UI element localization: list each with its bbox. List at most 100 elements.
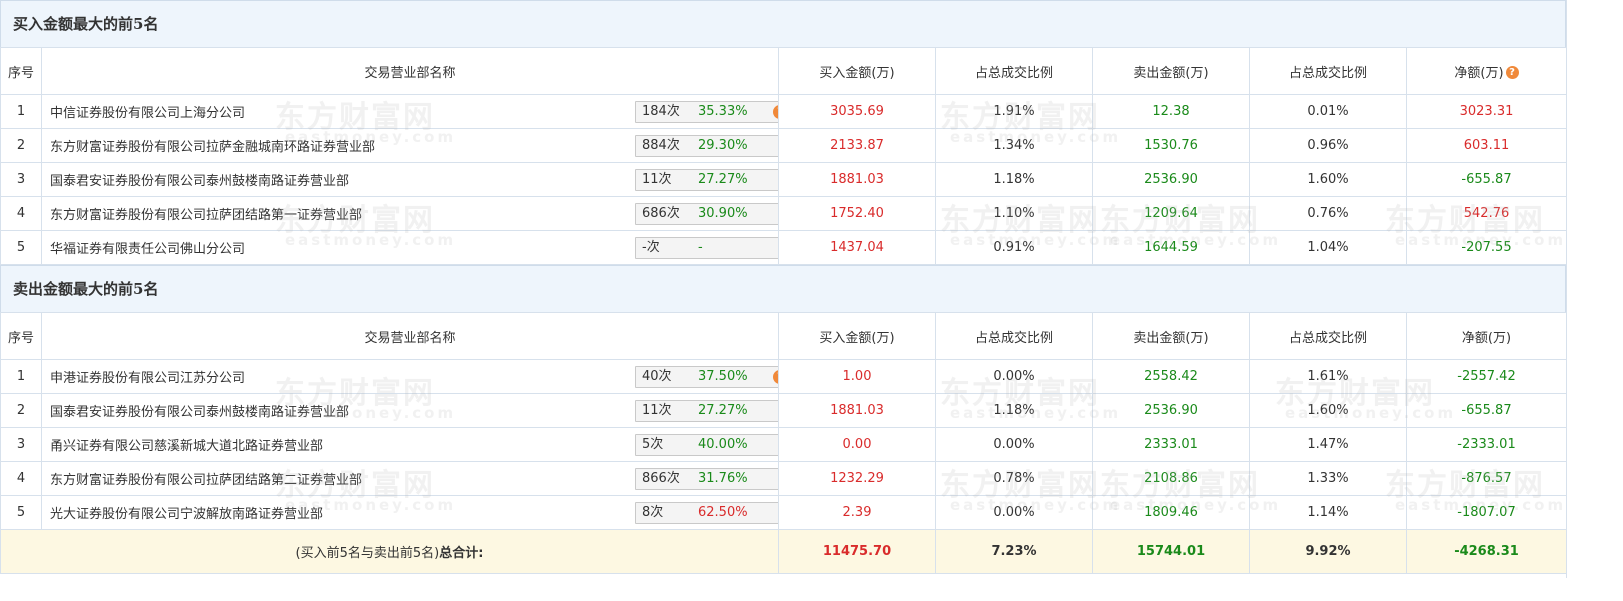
branch-stats-button[interactable]: 884次 29.30% xyxy=(635,135,778,157)
sell-amount: 1809.46 xyxy=(1092,495,1250,530)
net-amount: 603.11 xyxy=(1406,128,1567,163)
sell-ratio: 0.76% xyxy=(1249,196,1407,231)
branch-stats-button[interactable]: 11次 27.27% xyxy=(635,400,778,422)
sell-ratio: 1.14% xyxy=(1249,495,1407,530)
row-index: 4 xyxy=(0,461,42,496)
buy-ratio: 0.00% xyxy=(935,427,1093,462)
col-index: 序号 xyxy=(0,312,42,360)
buy-amount: 1881.03 xyxy=(778,393,936,428)
branch-name-link[interactable]: 华福证券有限责任公司佛山分公司 xyxy=(50,238,245,257)
buy-table-header: 序号 交易营业部名称 买入金额(万) 占总成交比例 卖出金额(万) 占总成交比例… xyxy=(0,47,1567,95)
listing-count: 5次 xyxy=(642,437,664,452)
table-row: 3 国泰君安证券股份有限公司泰州鼓楼南路证券营业部 11次 27.27% 1881.03… xyxy=(0,162,1567,197)
branch-stats-button[interactable]: 686次 30.90% xyxy=(635,203,778,225)
branch-cell: 中信证券股份有限公司上海分公司 184次 35.33%? xyxy=(41,94,779,129)
sell-amount: 1644.59 xyxy=(1092,230,1250,265)
total-sell: 15744.01 xyxy=(1092,529,1250,574)
listing-count: 11次 xyxy=(642,403,672,418)
sell-ratio: 1.60% xyxy=(1249,393,1407,428)
listing-count: 184次 xyxy=(642,104,680,119)
branch-name-link[interactable]: 东方财富证券股份有限公司拉萨金融城南环路证券营业部 xyxy=(50,136,375,155)
buy-amount: 1232.29 xyxy=(778,461,936,496)
listing-count: 11次 xyxy=(642,172,672,187)
col-sell-amount: 卖出金额(万) xyxy=(1092,312,1250,360)
col-buy-amount: 买入金额(万) xyxy=(778,312,936,360)
row-index: 2 xyxy=(0,393,42,428)
buy-ratio: 1.91% xyxy=(935,94,1093,129)
buy-ratio: 0.78% xyxy=(935,461,1093,496)
win-rate: - xyxy=(698,240,703,255)
sell-section-title: 卖出金额最大的前5名 xyxy=(0,265,1566,312)
branch-name-link[interactable]: 国泰君安证券股份有限公司泰州鼓楼南路证券营业部 xyxy=(50,170,349,189)
question-icon[interactable]: ? xyxy=(773,105,778,119)
col-net-amount: 净额(万)? xyxy=(1406,47,1567,95)
branch-cell: 东方财富证券股份有限公司拉萨团结路第一证券营业部 686次 30.90% xyxy=(41,196,779,231)
row-index: 3 xyxy=(0,427,42,462)
table-row: 5 光大证券股份有限公司宁波解放南路证券营业部 8次 62.50% 2.39 0.00% 1… xyxy=(0,495,1567,530)
branch-name-link[interactable]: 东方财富证券股份有限公司拉萨团结路第二证券营业部 xyxy=(50,469,362,488)
row-index: 3 xyxy=(0,162,42,197)
buy-amount: 3035.69 xyxy=(778,94,936,129)
branch-stats-button[interactable]: -次 - xyxy=(635,237,778,259)
branch-cell: 甬兴证券有限公司慈溪新城大道北路证券营业部 5次 40.00% xyxy=(41,427,779,462)
branch-stats-button[interactable]: 8次 62.50% xyxy=(635,502,778,524)
table-row: 4 东方财富证券股份有限公司拉萨团结路第二证券营业部 866次 31.76% 1232.… xyxy=(0,461,1567,496)
branch-name-link[interactable]: 光大证券股份有限公司宁波解放南路证券营业部 xyxy=(50,503,323,522)
net-amount: -207.55 xyxy=(1406,230,1567,265)
buy-ratio: 1.18% xyxy=(935,162,1093,197)
listing-count: 8次 xyxy=(642,505,664,520)
win-rate: 31.76% xyxy=(698,471,748,486)
net-amount: -655.87 xyxy=(1406,162,1567,197)
total-label-prefix: (买入前5名与卖出前5名) xyxy=(295,546,440,561)
branch-name-link[interactable]: 东方财富证券股份有限公司拉萨团结路第一证券营业部 xyxy=(50,204,362,223)
branch-stats-button[interactable]: 40次 37.50%? xyxy=(635,366,778,388)
sell-ratio: 1.47% xyxy=(1249,427,1407,462)
row-index: 1 xyxy=(0,359,42,394)
buy-ratio: 1.10% xyxy=(935,196,1093,231)
col-index: 序号 xyxy=(0,47,42,95)
sell-amount: 2536.90 xyxy=(1092,162,1250,197)
sell-ratio: 1.60% xyxy=(1249,162,1407,197)
total-row: (买入前5名与卖出前5名)总合计: 11475.70 7.23% 15744.0… xyxy=(0,529,1567,574)
row-index: 1 xyxy=(0,94,42,129)
total-label-bold: 总合计: xyxy=(439,546,484,561)
sell-ratio: 0.96% xyxy=(1249,128,1407,163)
sell-amount: 12.38 xyxy=(1092,94,1250,129)
lhb-panel: 买入金额最大的前5名 序号 交易营业部名称 买入金额(万) 占总成交比例 卖出金… xyxy=(0,0,1567,574)
branch-stats-button[interactable]: 11次 27.27% xyxy=(635,169,778,191)
col-branch-name: 交易营业部名称 xyxy=(41,47,779,95)
sell-ratio: 0.01% xyxy=(1249,94,1407,129)
buy-ratio: 0.91% xyxy=(935,230,1093,265)
table-row: 2 国泰君安证券股份有限公司泰州鼓楼南路证券营业部 11次 27.27% 1881.03… xyxy=(0,393,1567,428)
net-amount: -2557.42 xyxy=(1406,359,1567,394)
row-index: 2 xyxy=(0,128,42,163)
branch-cell: 申港证券股份有限公司江苏分公司 40次 37.50%? xyxy=(41,359,779,394)
table-row: 1中信证券股份有限公司上海分公司184次35.33%?3035.691.91%1… xyxy=(0,94,1567,129)
branch-stats-button[interactable]: 5次 40.00% xyxy=(635,434,778,456)
col-buy-ratio: 占总成交比例 xyxy=(935,47,1093,95)
listing-count: 686次 xyxy=(642,206,680,221)
table-row: 3 甬兴证券有限公司慈溪新城大道北路证券营业部 5次 40.00% 0.00 0.00% 2… xyxy=(0,427,1567,462)
net-amount: -655.87 xyxy=(1406,393,1567,428)
buy-table: 序号 交易营业部名称 买入金额(万) 占总成交比例 卖出金额(万) 占总成交比例… xyxy=(0,47,1567,265)
branch-name-link[interactable]: 申港证券股份有限公司江苏分公司 xyxy=(50,367,245,386)
total-buy: 11475.70 xyxy=(778,529,936,574)
col-sell-ratio: 占总成交比例 xyxy=(1249,312,1407,360)
sell-ratio: 1.04% xyxy=(1249,230,1407,265)
win-rate: 27.27% xyxy=(698,403,748,418)
branch-name-link[interactable]: 中信证券股份有限公司上海分公司 xyxy=(50,102,245,121)
branch-stats-button[interactable]: 866次 31.76% xyxy=(635,468,778,490)
col-buy-amount: 买入金额(万) xyxy=(778,47,936,95)
branch-stats-button[interactable]: 184次 35.33%? xyxy=(635,101,778,123)
sell-ratio: 1.33% xyxy=(1249,461,1407,496)
branch-name-link[interactable]: 甬兴证券有限公司慈溪新城大道北路证券营业部 xyxy=(50,435,323,454)
listing-count: 884次 xyxy=(642,138,680,153)
branch-cell: 光大证券股份有限公司宁波解放南路证券营业部 8次 62.50% xyxy=(41,495,779,530)
buy-ratio: 0.00% xyxy=(935,495,1093,530)
buy-amount: 2133.87 xyxy=(778,128,936,163)
branch-cell: 国泰君安证券股份有限公司泰州鼓楼南路证券营业部 11次 27.27% xyxy=(41,162,779,197)
sell-amount: 1209.64 xyxy=(1092,196,1250,231)
branch-name-link[interactable]: 国泰君安证券股份有限公司泰州鼓楼南路证券营业部 xyxy=(50,401,349,420)
help-question-icon[interactable]: ? xyxy=(1505,65,1519,79)
question-icon[interactable]: ? xyxy=(773,370,778,384)
